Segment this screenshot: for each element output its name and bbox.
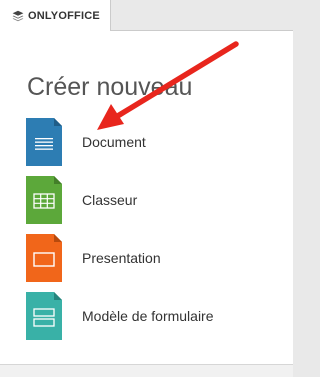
tab-onlyoffice[interactable]: ONLYOFFICE: [0, 0, 111, 31]
create-spreadsheet-label: Classeur: [82, 192, 138, 208]
presentation-file-icon: [26, 234, 62, 282]
create-presentation-label: Presentation: [82, 250, 161, 266]
document-file-icon: [26, 118, 62, 166]
create-form-template-label: Modèle de formulaire: [82, 308, 214, 324]
tab-bar: ONLYOFFICE: [0, 0, 293, 31]
page-title: Créer nouveau: [27, 73, 193, 101]
spreadsheet-file-icon: [26, 176, 62, 224]
create-document-label: Document: [82, 134, 146, 150]
tab-label: ONLYOFFICE: [28, 9, 100, 22]
create-presentation-item[interactable]: Presentation: [26, 234, 276, 282]
form-template-file-icon: [26, 292, 62, 340]
create-spreadsheet-item[interactable]: Classeur: [26, 176, 276, 224]
create-document-item[interactable]: Document: [26, 118, 276, 166]
create-form-template-item[interactable]: Modèle de formulaire: [26, 292, 276, 340]
onlyoffice-logo-icon: [12, 10, 24, 21]
bottom-divider: [0, 364, 293, 377]
